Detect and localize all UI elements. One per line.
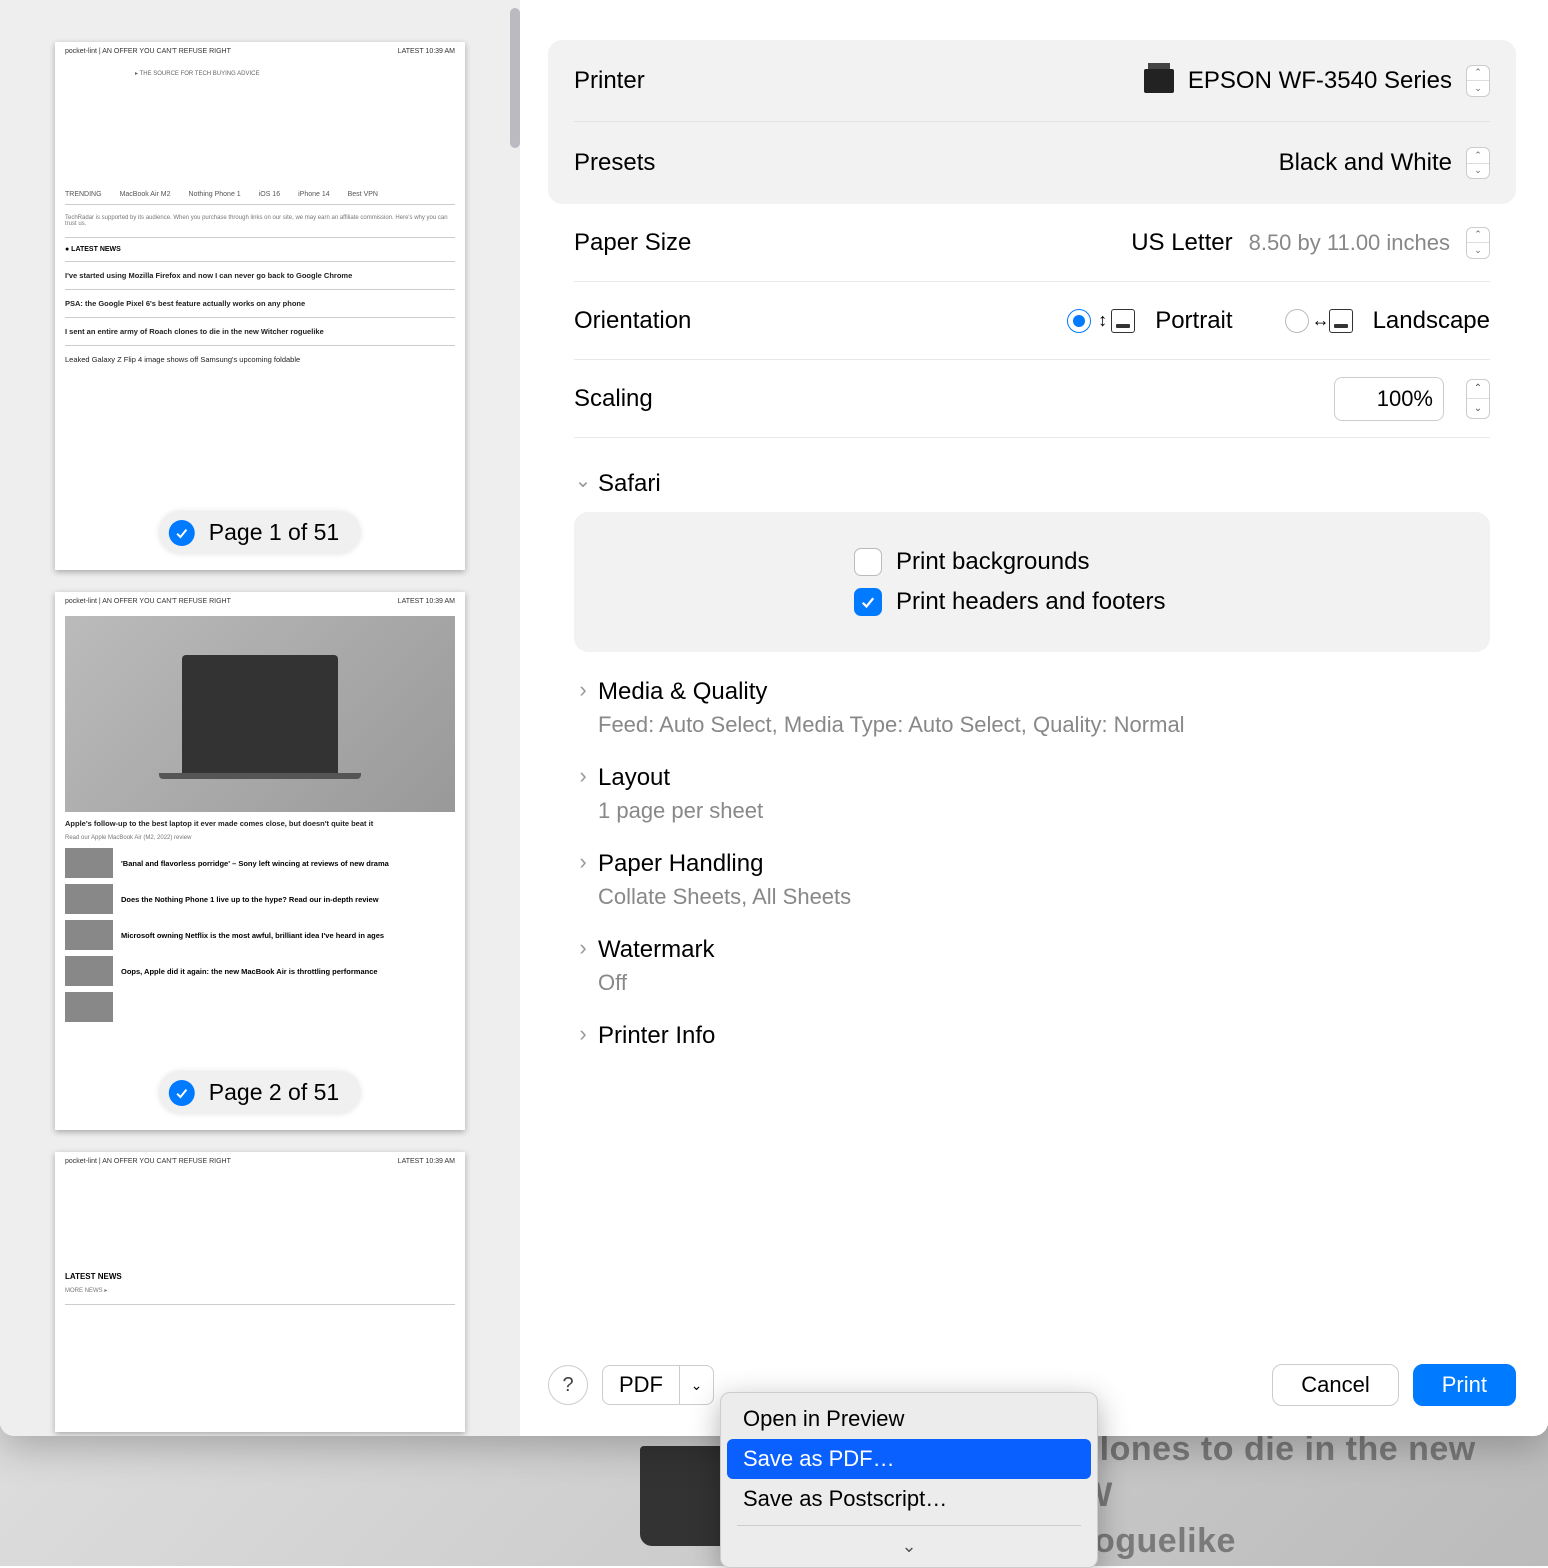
scaling-label: Scaling xyxy=(574,385,1334,413)
chevron-right-icon xyxy=(574,769,592,787)
print-backgrounds-label: Print backgrounds xyxy=(896,548,1089,576)
portrait-icon xyxy=(1111,309,1135,333)
safari-title: Safari xyxy=(598,470,661,498)
sidebar-scrollbar[interactable] xyxy=(510,8,520,148)
paper-size-dimensions: 8.50 by 11.00 inches xyxy=(1249,230,1450,256)
page-thumbnail-2[interactable]: pocket-lint | AN OFFER YOU CAN'T REFUSE … xyxy=(55,592,465,1130)
page-badge-2[interactable]: Page 2 of 51 xyxy=(159,1071,361,1114)
landscape-radio[interactable] xyxy=(1285,309,1309,333)
thumb-header: pocket-lint | AN OFFER YOU CAN'T REFUSE … xyxy=(55,1152,465,1172)
print-backgrounds-row[interactable]: Print backgrounds xyxy=(854,542,1474,582)
printer-preset-card: Printer EPSON WF-3540 Series ⌃⌄ Presets … xyxy=(548,40,1516,204)
paper-size-select[interactable]: US Letter 8.50 by 11.00 inches ⌃⌄ xyxy=(1131,227,1490,259)
orientation-row: Orientation Portrait Landscape xyxy=(574,282,1490,360)
print-button[interactable]: Print xyxy=(1413,1364,1516,1406)
background-headline: clones to die in the new W roguelike xyxy=(1080,1427,1488,1565)
page-label: Page 2 of 51 xyxy=(209,1079,339,1106)
menu-save-as-pdf[interactable]: Save as PDF… xyxy=(727,1439,1091,1479)
printer-info-section[interactable]: Printer Info xyxy=(574,1018,1490,1054)
menu-open-in-preview[interactable]: Open in Preview xyxy=(727,1399,1091,1439)
print-headers-checkbox[interactable] xyxy=(854,588,882,616)
thumb-header: pocket-lint | AN OFFER YOU CAN'T REFUSE … xyxy=(55,42,465,62)
check-icon xyxy=(169,520,195,546)
media-quality-section[interactable]: Media & Quality Feed: Auto Select, Media… xyxy=(574,674,1490,738)
updown-icon: ⌃⌄ xyxy=(1466,147,1490,179)
updown-icon: ⌃⌄ xyxy=(1466,65,1490,97)
page-badge-1[interactable]: Page 1 of 51 xyxy=(159,511,361,554)
scaling-input[interactable] xyxy=(1334,377,1444,421)
presets-row: Presets Black and White ⌃⌄ xyxy=(574,122,1490,204)
landscape-label: Landscape xyxy=(1373,307,1490,335)
presets-select[interactable]: Black and White ⌃⌄ xyxy=(1279,147,1490,179)
page-thumbnail-3[interactable]: pocket-lint | AN OFFER YOU CAN'T REFUSE … xyxy=(55,1152,465,1432)
thumb-header: pocket-lint | AN OFFER YOU CAN'T REFUSE … xyxy=(55,592,465,612)
menu-more-indicator[interactable] xyxy=(727,1532,1091,1561)
printer-icon xyxy=(1144,69,1174,93)
print-backgrounds-checkbox[interactable] xyxy=(854,548,882,576)
scaling-stepper[interactable]: ⌃⌄ xyxy=(1466,379,1490,419)
scaling-row: Scaling ⌃⌄ xyxy=(574,360,1490,438)
printer-label: Printer xyxy=(574,67,645,95)
cancel-button[interactable]: Cancel xyxy=(1272,1364,1398,1406)
page-thumbnail-1[interactable]: pocket-lint | AN OFFER YOU CAN'T REFUSE … xyxy=(55,42,465,570)
chevron-down-icon: ⌄ xyxy=(680,1365,714,1405)
print-headers-label: Print headers and footers xyxy=(896,588,1166,616)
print-headers-row[interactable]: Print headers and footers xyxy=(854,582,1474,622)
landscape-icon xyxy=(1329,309,1353,333)
paper-handling-section[interactable]: Paper Handling Collate Sheets, All Sheet… xyxy=(574,846,1490,910)
chevron-down-icon xyxy=(574,475,592,493)
print-settings-panel: Printer EPSON WF-3540 Series ⌃⌄ Presets … xyxy=(520,0,1548,1436)
chevron-right-icon xyxy=(574,941,592,959)
chevron-right-icon xyxy=(574,855,592,873)
watermark-section[interactable]: Watermark Off xyxy=(574,932,1490,996)
paper-size-label: Paper Size xyxy=(574,229,1131,257)
pdf-label: PDF xyxy=(602,1365,680,1405)
preview-sidebar[interactable]: pocket-lint | AN OFFER YOU CAN'T REFUSE … xyxy=(0,0,520,1436)
chevron-right-icon xyxy=(574,683,592,701)
menu-save-as-postscript[interactable]: Save as Postscript… xyxy=(727,1479,1091,1519)
thumb-hero-image xyxy=(65,616,455,812)
safari-options-card: Print backgrounds Print headers and foot… xyxy=(574,512,1490,652)
printer-select[interactable]: EPSON WF-3540 Series ⌃⌄ xyxy=(1144,65,1490,97)
pdf-dropdown-button[interactable]: PDF ⌄ xyxy=(602,1365,714,1405)
help-button[interactable]: ? xyxy=(548,1365,588,1405)
paper-size-row: Paper Size US Letter 8.50 by 11.00 inche… xyxy=(574,204,1490,282)
printer-row: Printer EPSON WF-3540 Series ⌃⌄ xyxy=(574,40,1490,122)
page-label: Page 1 of 51 xyxy=(209,519,339,546)
presets-label: Presets xyxy=(574,149,655,177)
paper-size-value: US Letter xyxy=(1131,229,1232,257)
pdf-dropdown-menu: Open in Preview Save as PDF… Save as Pos… xyxy=(720,1392,1098,1568)
printer-value: EPSON WF-3540 Series xyxy=(1188,67,1452,95)
check-icon xyxy=(169,1080,195,1106)
print-dialog: pocket-lint | AN OFFER YOU CAN'T REFUSE … xyxy=(0,0,1548,1436)
updown-icon: ⌃⌄ xyxy=(1466,227,1490,259)
portrait-label: Portrait xyxy=(1155,307,1232,335)
presets-value: Black and White xyxy=(1279,149,1452,177)
portrait-radio[interactable] xyxy=(1067,309,1091,333)
orientation-label: Orientation xyxy=(574,307,1067,335)
safari-section-header[interactable]: Safari xyxy=(574,462,1490,506)
chevron-right-icon xyxy=(574,1027,592,1045)
layout-section[interactable]: Layout 1 page per sheet xyxy=(574,760,1490,824)
